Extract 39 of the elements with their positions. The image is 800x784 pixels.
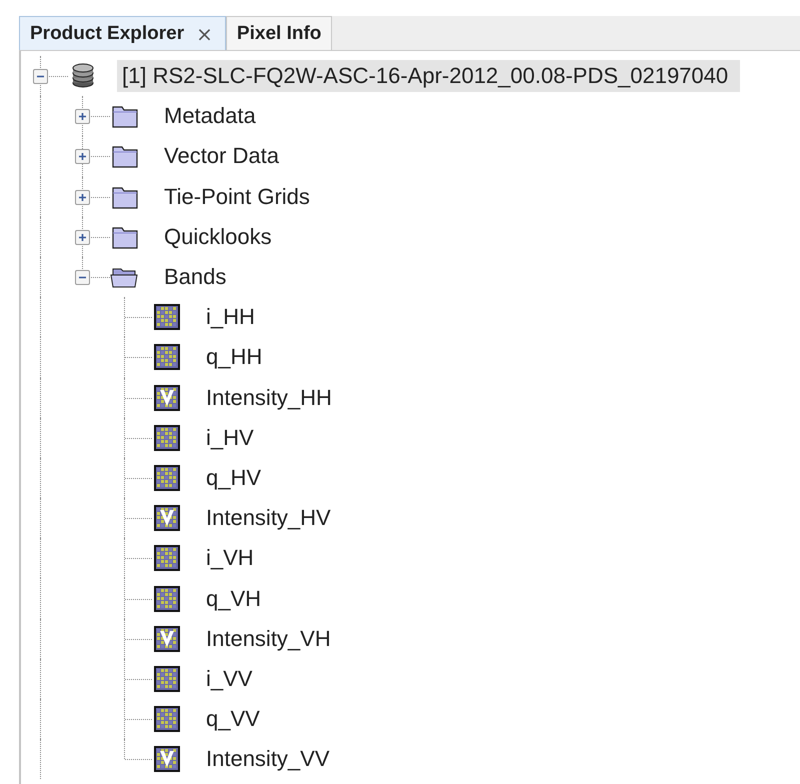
band-icon [152, 664, 182, 693]
tree-item[interactable]: q_VH [201, 582, 266, 615]
tree-item[interactable]: Intensity_VH [201, 622, 336, 655]
tree-item[interactable]: Intensity_HH [201, 382, 337, 414]
band-icon [152, 343, 182, 372]
virtual-band-icon [152, 624, 182, 653]
tree-item[interactable]: i_HH [201, 301, 260, 334]
band-icon [152, 303, 182, 332]
tree-item[interactable]: Intensity_VV [201, 743, 335, 776]
band-icon [152, 424, 182, 452]
virtual-band-icon [152, 745, 182, 774]
tree-item[interactable]: Intensity_HV [201, 502, 336, 534]
tree-item[interactable]: i_VV [201, 662, 258, 695]
tree-item[interactable]: Quicklooks [159, 220, 277, 253]
virtual-band-icon [152, 504, 182, 532]
expand-icon[interactable] [75, 109, 90, 124]
tree-item[interactable]: Bands [159, 261, 232, 294]
tree-item[interactable]: i_HV [201, 422, 259, 454]
tab[interactable]: Product Explorer × [19, 16, 226, 50]
collapse-icon[interactable] [33, 69, 48, 84]
tree-item[interactable]: Vector Data [159, 140, 284, 172]
tree-item[interactable]: Metadata [159, 100, 261, 132]
tab[interactable]: Pixel Info [226, 16, 332, 50]
expand-icon[interactable] [75, 190, 90, 205]
tree-item[interactable]: Tie-Point Grids [159, 180, 315, 213]
band-icon [152, 544, 182, 572]
band-icon [152, 584, 182, 613]
band-icon [152, 464, 182, 492]
tree-item[interactable]: q_HV [201, 462, 266, 494]
expand-icon[interactable] [75, 230, 90, 245]
tree-item[interactable]: q_VV [201, 703, 265, 736]
band-icon [152, 705, 182, 734]
tree-item[interactable]: q_HH [201, 341, 268, 374]
tree-item[interactable]: i_VH [201, 542, 259, 574]
tree-item[interactable]: [1] RS2-SLC-FQ2W-ASC-16-Apr-2012_00.08-PDS_02197040 [117, 60, 740, 92]
virtual-band-icon [152, 384, 182, 412]
collapse-icon[interactable] [75, 270, 90, 286]
close-button[interactable]: × [194, 22, 215, 46]
expand-icon[interactable] [75, 149, 90, 164]
